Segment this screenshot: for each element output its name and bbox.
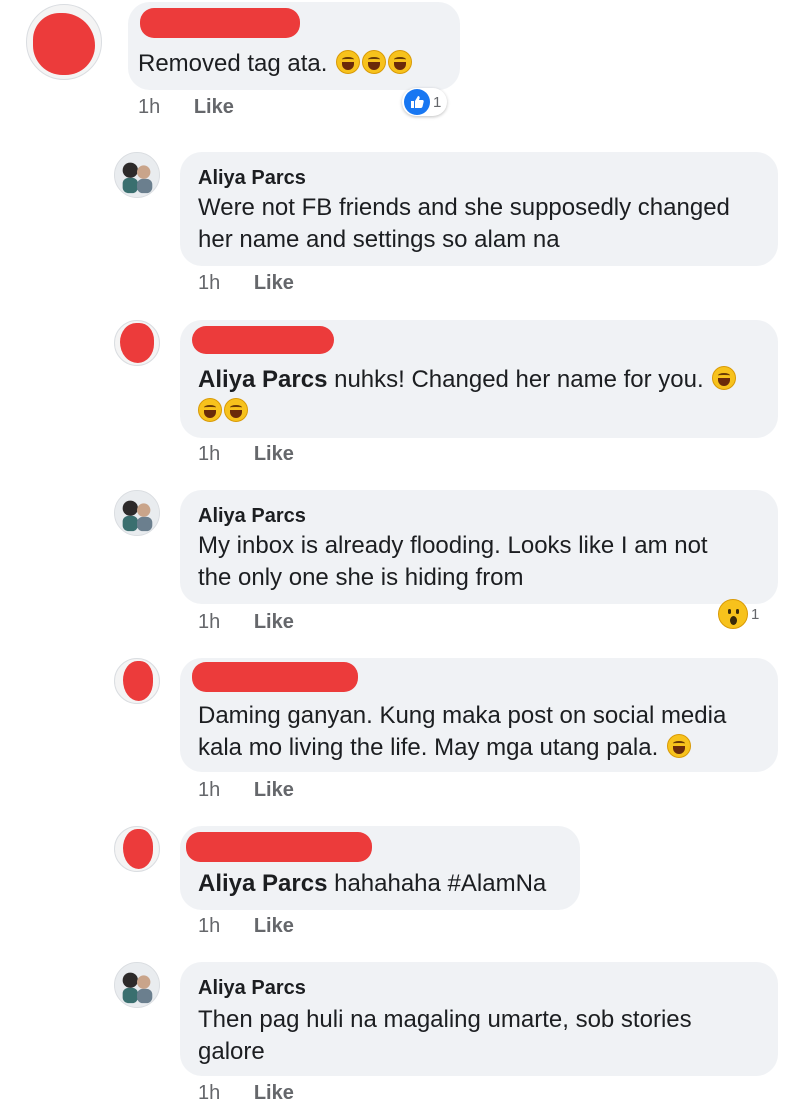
reply-bubble: Aliya Parcs Then pag huli na magaling um… (180, 962, 778, 1076)
reaction-count: 1 (751, 605, 760, 623)
comment-text: Removed tag ata. (138, 48, 413, 79)
avatar-redacted[interactable] (26, 4, 102, 80)
like-link[interactable]: Like (254, 1082, 294, 1104)
comment-text-emojis (198, 396, 248, 427)
comment-text-line: the only one she is hiding from (198, 564, 524, 591)
comment-time[interactable]: 1h (138, 96, 160, 118)
avatar-redacted[interactable] (114, 826, 160, 872)
comment-time[interactable]: 1h (198, 1082, 220, 1104)
comment-meta: 1h Like (198, 915, 294, 938)
comment-text: Aliya Parcs nuhks! Changed her name for … (198, 364, 737, 395)
laughing-emoji-icon (388, 50, 413, 74)
reaction-count: 1 (433, 93, 442, 111)
comment-text-line: Daming ganyan. Kung maka post on social … (198, 702, 727, 729)
comment-author[interactable]: Aliya Parcs (198, 504, 306, 528)
comment-meta: 1h Like (198, 272, 294, 295)
comment-time[interactable]: 1h (198, 611, 220, 633)
reply-bubble: Aliya Parcs My inbox is already flooding… (180, 490, 778, 604)
avatar-redacted[interactable] (114, 658, 160, 704)
reply-bubble: Aliya Parcs hahahaha #AlamNa (180, 826, 580, 910)
reaction-summary[interactable]: 1 (402, 88, 448, 116)
comment-meta: 1h Like (198, 779, 294, 802)
comment-meta: 1h Like (198, 1082, 294, 1105)
comment-text-line: My inbox is already flooding. Looks like… (198, 532, 708, 559)
reply-bubble: Aliya Parcs nuhks! Changed her name for … (180, 320, 778, 438)
comment-text-line: Then pag huli na magaling umarte, sob st… (198, 1006, 692, 1033)
comment-meta: 1h Like (138, 96, 234, 119)
comment-text-line: Were not FB friends and she supposedly c… (198, 194, 730, 221)
comment-meta: 1h Like (198, 611, 294, 634)
avatar-aliya-parcs[interactable] (114, 490, 160, 536)
like-link[interactable]: Like (194, 96, 234, 118)
like-link[interactable]: Like (254, 611, 294, 633)
comment-text-line: galore (198, 1038, 265, 1065)
avatar-aliya-parcs[interactable] (114, 152, 160, 198)
comment-time[interactable]: 1h (198, 779, 220, 801)
comment-text-line: kala mo living the life. May mga utang p… (198, 732, 691, 763)
comment-bubble: Removed tag ata. (128, 2, 460, 90)
laughing-emoji-icon (224, 398, 248, 422)
wow-icon (718, 599, 748, 629)
comment-author[interactable]: Aliya Parcs (198, 976, 306, 1000)
mention-link[interactable]: Aliya Parcs (198, 870, 327, 897)
laughing-emoji-icon (666, 734, 691, 758)
avatar-redacted[interactable] (114, 320, 160, 366)
comment-author[interactable]: Aliya Parcs (198, 166, 306, 190)
reply-bubble: Daming ganyan. Kung maka post on social … (180, 658, 778, 772)
redacted-name (186, 832, 372, 862)
like-link[interactable]: Like (254, 779, 294, 801)
laughing-emoji-icon (198, 398, 222, 422)
comment-time[interactable]: 1h (198, 915, 220, 937)
redacted-name (140, 8, 300, 38)
laughing-emoji-icon (362, 50, 387, 74)
redacted-name (192, 662, 358, 692)
comment-text: Aliya Parcs hahahaha #AlamNa (198, 870, 547, 897)
comment-time[interactable]: 1h (198, 443, 220, 465)
avatar-aliya-parcs[interactable] (114, 962, 160, 1008)
like-link[interactable]: Like (254, 915, 294, 937)
like-link[interactable]: Like (254, 443, 294, 465)
redacted-name (192, 326, 334, 354)
like-icon (404, 89, 430, 115)
reaction-summary[interactable]: 1 (716, 599, 765, 629)
comment-time[interactable]: 1h (198, 272, 220, 294)
comment-meta: 1h Like (198, 443, 294, 466)
like-link[interactable]: Like (254, 272, 294, 294)
laughing-emoji-icon (336, 50, 361, 74)
laughing-emoji-icon (712, 366, 737, 390)
reply-bubble: Aliya Parcs Were not FB friends and she … (180, 152, 778, 266)
comment-text-line: her name and settings so alam na (198, 226, 560, 253)
mention-link[interactable]: Aliya Parcs (198, 366, 327, 393)
